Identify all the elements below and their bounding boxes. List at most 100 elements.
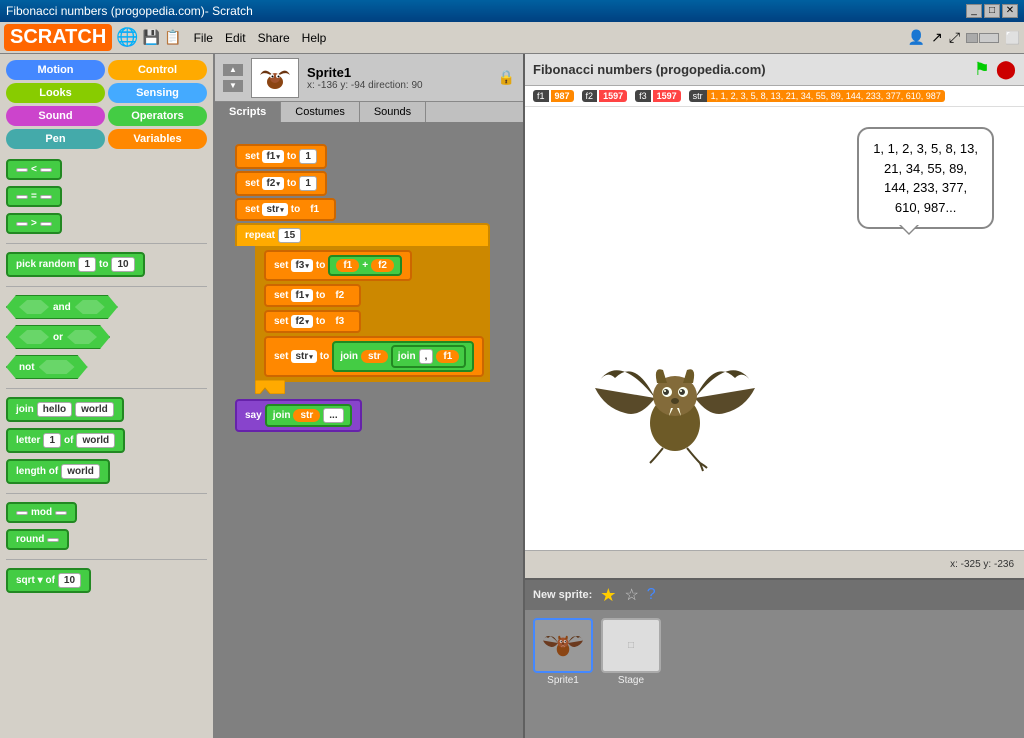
stage-thumbnail[interactable]: □ — [601, 618, 661, 673]
var-f1-display: f1 987 — [533, 90, 574, 102]
var-f3-value: 1597 — [653, 90, 681, 102]
export-icon[interactable]: 📋 — [164, 29, 181, 46]
var-f3-label: f3 — [635, 90, 651, 102]
tab-scripts[interactable]: Scripts — [215, 102, 281, 122]
set-f2-loop-block[interactable]: set f2 to f3 — [264, 310, 361, 333]
arrow-icon[interactable]: ↗ — [931, 29, 943, 46]
mod-block[interactable]: mod — [6, 502, 77, 523]
round-block[interactable]: round — [6, 529, 69, 550]
scroll-down[interactable]: ▼ — [223, 80, 243, 92]
category-sound[interactable]: Sound — [6, 106, 105, 126]
sprite1-thumbnail[interactable] — [533, 618, 593, 673]
add-block[interactable]: f1 + f2 — [328, 255, 402, 276]
bat-thumbnail-image — [255, 60, 295, 96]
tab-sounds[interactable]: Sounds — [360, 102, 426, 122]
sprite-thumbnail — [251, 58, 299, 98]
category-operators[interactable]: Operators — [108, 106, 207, 126]
menu-edit[interactable]: Edit — [225, 31, 246, 45]
maximize-button[interactable]: □ — [984, 4, 1000, 18]
window-controls[interactable]: _ □ ✕ — [966, 4, 1018, 18]
category-control[interactable]: Control — [108, 60, 207, 80]
length-block[interactable]: length of world — [6, 459, 110, 484]
block-join[interactable]: join hello world — [6, 397, 207, 422]
block-sqrt[interactable]: sqrt ▾ of 10 — [6, 568, 207, 593]
block-set-f2-init[interactable]: set f2 to 1 — [235, 171, 490, 196]
block-set-f1[interactable]: set f1 to 1 — [235, 144, 490, 169]
menu-share[interactable]: Share — [258, 31, 290, 45]
block-greater-than[interactable]: > — [6, 213, 207, 234]
repeat-block[interactable]: repeat 15 set f3 to f1 + f2 — [235, 223, 490, 394]
category-looks[interactable]: Looks — [6, 83, 105, 103]
greater-than-block[interactable]: > — [6, 213, 62, 234]
sprite-info: Sprite1 x: -136 y: -94 direction: 90 — [307, 65, 490, 91]
save-icon[interactable]: 💾 — [143, 29, 160, 46]
not-block[interactable]: not — [6, 355, 88, 379]
sprite-item-sprite1[interactable]: Sprite1 — [533, 618, 593, 686]
block-say[interactable]: say join str ... — [235, 399, 490, 432]
and-block[interactable]: and — [6, 295, 118, 319]
join-inner-block[interactable]: join , f1 — [391, 345, 466, 368]
green-flag-button[interactable]: ⚑ — [974, 59, 990, 80]
letter-of-block[interactable]: letter 1 of world — [6, 428, 125, 453]
join-say-block[interactable]: join str ... — [265, 404, 352, 427]
block-set-f2-loop[interactable]: set f2 to f3 — [264, 310, 484, 333]
block-length[interactable]: length of world — [6, 459, 207, 484]
block-set-str-init[interactable]: set str to f1 — [235, 198, 490, 221]
close-button[interactable]: ✕ — [1002, 4, 1018, 18]
sqrt-block[interactable]: sqrt ▾ of 10 — [6, 568, 91, 593]
add-sprite-file-button[interactable]: ☆ — [624, 585, 638, 605]
stage-bottom-bar: x: -325 y: -236 — [525, 550, 1024, 578]
block-set-f3[interactable]: set f3 to f1 + f2 — [264, 250, 484, 281]
set-f1-loop-block[interactable]: set f1 to f2 — [264, 284, 361, 307]
category-sensing[interactable]: Sensing — [108, 83, 207, 103]
add-sprite-paint-button[interactable]: ★ — [600, 585, 616, 606]
set-f2-init-block[interactable]: set f2 to 1 — [235, 171, 327, 196]
block-not[interactable]: not — [6, 355, 207, 379]
category-pen[interactable]: Pen — [6, 129, 105, 149]
scroll-up[interactable]: ▲ — [223, 64, 243, 76]
duplicate-icon[interactable]: 👤 — [908, 29, 925, 46]
menu-help[interactable]: Help — [302, 31, 327, 45]
var-f1-value: 987 — [551, 90, 574, 102]
block-mod[interactable]: mod — [6, 502, 207, 523]
menu-file[interactable]: File — [194, 31, 213, 45]
category-motion[interactable]: Motion — [6, 60, 105, 80]
or-block[interactable]: or — [6, 325, 110, 349]
block-and[interactable]: and — [6, 295, 207, 319]
pick-random-block[interactable]: pick random 1 to 10 — [6, 252, 145, 277]
less-than-block[interactable]: < — [6, 159, 62, 180]
scripts-canvas[interactable]: set f1 to 1 set f2 to 1 set str to f1 — [215, 124, 523, 738]
minimize-button[interactable]: _ — [966, 4, 982, 18]
red-stop-button[interactable]: ⬤ — [996, 59, 1016, 80]
var-f2-display: f2 1597 — [582, 90, 628, 102]
var-str-value: 1, 1, 2, 3, 5, 8, 13, 21, 34, 55, 89, 14… — [707, 90, 945, 102]
set-f3-block[interactable]: set f3 to f1 + f2 — [264, 250, 412, 281]
set-str-init-block[interactable]: set str to f1 — [235, 198, 336, 221]
set-str-loop-block[interactable]: set str to join str join , f1 — [264, 336, 484, 377]
stage-small-icon[interactable] — [966, 33, 999, 43]
block-pick-random[interactable]: pick random 1 to 10 — [6, 252, 207, 277]
tab-costumes[interactable]: Costumes — [281, 102, 360, 122]
block-round[interactable]: round — [6, 529, 207, 550]
block-letter-of[interactable]: letter 1 of world — [6, 428, 207, 453]
var-f3-display: f3 1597 — [635, 90, 681, 102]
block-or[interactable]: or — [6, 325, 207, 349]
join-block[interactable]: join hello world — [6, 397, 124, 422]
stage-large-icon[interactable]: ⬜ — [1005, 31, 1020, 45]
category-variables[interactable]: Variables — [108, 129, 207, 149]
block-equals[interactable]: = — [6, 186, 207, 207]
say-block[interactable]: say join str ... — [235, 399, 362, 432]
set-f1-block[interactable]: set f1 to 1 — [235, 144, 327, 169]
fullscreen-icon[interactable]: ⤢ — [949, 29, 960, 46]
join-outer-block[interactable]: join str join , f1 — [332, 341, 474, 372]
sprite-item-stage[interactable]: □ Stage — [601, 618, 661, 686]
block-less-than[interactable]: < — [6, 159, 207, 180]
globe-icon[interactable]: 🌐 — [116, 27, 138, 48]
add-sprite-random-button[interactable]: ? — [647, 586, 656, 604]
repeat-header[interactable]: repeat 15 — [235, 223, 490, 246]
equals-block[interactable]: = — [6, 186, 62, 207]
block-set-f1-loop[interactable]: set f1 to f2 — [264, 284, 484, 307]
lock-icon[interactable]: 🔒 — [498, 69, 515, 86]
sprite-coords: x: -136 y: -94 direction: 90 — [307, 80, 490, 91]
block-set-str-loop[interactable]: set str to join str join , f1 — [264, 336, 484, 377]
